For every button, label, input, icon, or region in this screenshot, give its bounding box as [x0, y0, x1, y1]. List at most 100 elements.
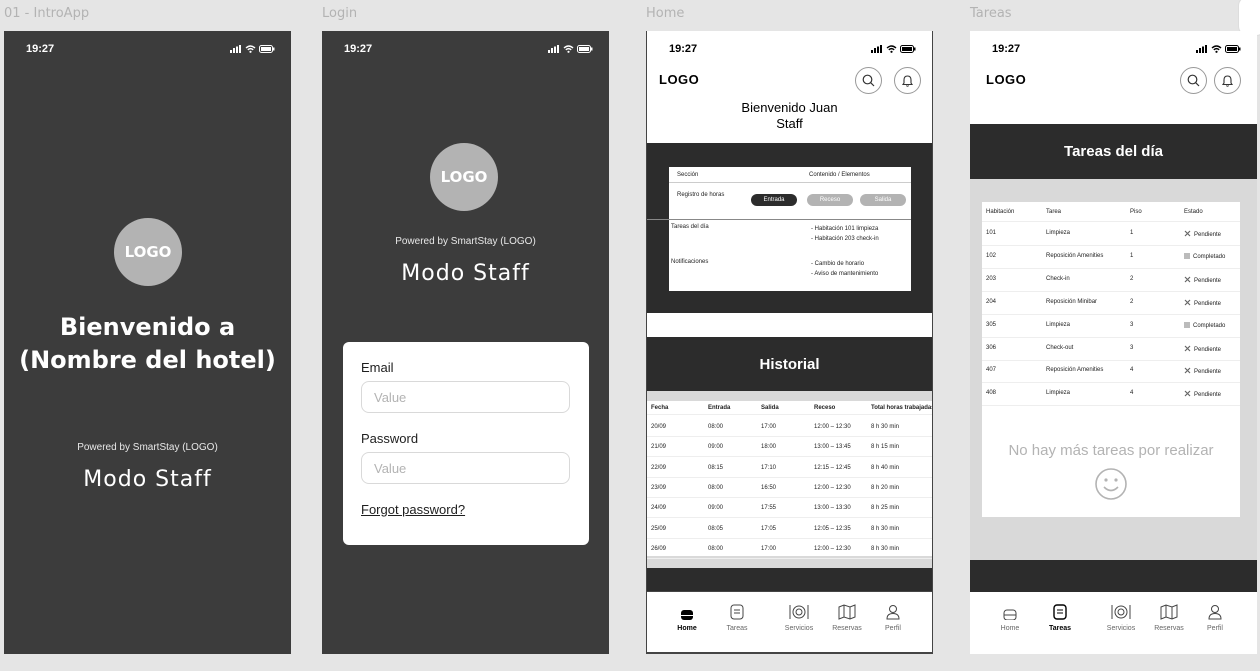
table-row: 102 Reposición Amenities 1 Completado — [982, 246, 1240, 269]
password-field[interactable]: Value — [361, 452, 570, 484]
table-cell: Reposición Minibar — [1046, 298, 1098, 305]
table-row: 408 Limpieza 4 Pendiente — [982, 383, 1240, 407]
notifications-button[interactable] — [1214, 67, 1241, 94]
status-icons — [1196, 45, 1241, 53]
table-cell: 1 — [1130, 230, 1134, 236]
nav-tareas[interactable]: Tareas — [1038, 600, 1082, 632]
table-row: 203 Check-in 2 Pendiente — [982, 269, 1240, 292]
search-button[interactable] — [855, 67, 882, 94]
cross-icon — [1184, 230, 1191, 238]
nav-reservas[interactable]: Reservas — [825, 600, 869, 632]
login-screen: 19:27 LOGO Powered by SmartStay (LOGO) M… — [322, 31, 609, 654]
search-icon — [862, 74, 875, 87]
table-cell: 08:05 — [708, 525, 724, 532]
nav-servicios[interactable]: Servicios — [777, 600, 821, 632]
bottom-nav: Home Tareas Servicios Reservas Perfil — [647, 591, 932, 653]
table-cell: 8 h 30 min — [871, 545, 900, 552]
table-row: 23/09 08:00 16:50 12:00 – 12:30 8 h 20 min — [647, 478, 932, 498]
nav-home[interactable]: Home — [988, 600, 1032, 632]
nav-perfil[interactable]: Perfil — [871, 600, 915, 632]
table-cell: 305 — [986, 321, 997, 328]
greeting: Bienvenido Juan Staff — [741, 100, 838, 131]
smile-icon — [1094, 467, 1128, 506]
status-time: 19:27 — [992, 43, 1021, 55]
notifications-button[interactable] — [894, 67, 921, 94]
summary-col-seccion: Sección — [677, 172, 699, 178]
bell-icon — [1221, 75, 1234, 87]
entrada-button[interactable]: Entrada — [751, 194, 797, 206]
status-icons — [230, 45, 275, 53]
nav-home[interactable]: Home — [665, 600, 709, 632]
email-field[interactable]: Value — [361, 381, 570, 413]
table-cell: Limpieza — [1046, 230, 1071, 236]
status-text: Completado — [1193, 253, 1226, 260]
table-cell: Check-out — [1046, 344, 1074, 351]
email-label: Email — [361, 360, 394, 375]
status-text: Pendiente — [1194, 232, 1222, 238]
table-cell: 8 h 40 min — [871, 464, 900, 471]
status-badge: Pendiente — [1184, 230, 1221, 238]
table-cell: 25/09 — [651, 525, 667, 532]
table-cell: 12:05 – 12:35 — [814, 525, 851, 532]
search-button[interactable] — [1180, 67, 1207, 94]
table-cell: 16:50 — [761, 484, 777, 491]
table-cell: 20/09 — [651, 424, 667, 430]
table-cell: 12:00 – 12:30 — [814, 424, 851, 430]
table-cell: 17:05 — [761, 525, 777, 532]
forgot-password-link[interactable]: Forgot password? — [361, 502, 571, 517]
table-cell: Limpieza — [1046, 321, 1071, 328]
historial-title: Historial — [759, 356, 820, 373]
table-cell: 4 — [1130, 367, 1134, 374]
wifi-icon — [245, 45, 256, 53]
header-logo: LOGO — [659, 72, 700, 87]
table-cell: 306 — [986, 344, 997, 351]
nav-tareas[interactable]: Tareas — [715, 600, 759, 632]
table-cell: 1 — [1130, 252, 1134, 259]
table-row: 204 Reposición Minibar 2 Pendiente — [982, 292, 1240, 315]
profile-icon — [1208, 605, 1222, 620]
table-cell: 13:00 – 13:30 — [814, 505, 851, 512]
bottom-nav: Home Tareas Servicios Reservas Perfil — [970, 592, 1257, 654]
wifi-icon — [563, 45, 574, 53]
cross-icon — [1184, 367, 1191, 375]
historial-footer-band — [647, 568, 932, 592]
table-cell: 22/09 — [651, 464, 667, 471]
home-screen: 19:27 LOGO Bienvenido Juan Staff Sección… — [646, 31, 933, 654]
receso-button[interactable]: Receso — [807, 194, 853, 206]
salida-button[interactable]: Salida — [860, 194, 906, 206]
map-icon — [1160, 604, 1178, 620]
nav-reservas[interactable]: Reservas — [1147, 600, 1191, 632]
historial-container: Fecha Entrada Salida Receso Total horas trab… — [647, 391, 932, 568]
status-icons — [548, 45, 593, 53]
wifi-icon — [1211, 45, 1222, 53]
frame-label-intro: 01 - IntroApp — [4, 6, 90, 21]
status-badge: Completado — [1184, 321, 1226, 329]
status-time: 19:27 — [669, 43, 698, 55]
table-cell: 204 — [986, 298, 997, 305]
table-cell: 408 — [986, 390, 997, 397]
table-cell: 17:10 — [761, 464, 777, 471]
frame-label-login: Login — [322, 6, 358, 21]
table-cell: 08:00 — [708, 545, 724, 552]
table-row: 22/09 08:15 17:10 12:15 – 12:45 8 h 40 min — [647, 458, 932, 478]
historial-header-row: Fecha Entrada Salida Receso Total horas trab… — [647, 401, 932, 415]
table-cell: 23/09 — [651, 484, 667, 491]
summary-row-tareas: Tareas del día — [671, 224, 709, 230]
bell-icon — [901, 75, 914, 87]
table-cell: 8 h 30 min — [871, 525, 900, 532]
table-row: 305 Limpieza 3 Completado — [982, 315, 1240, 338]
table-cell: 8 h 30 min — [871, 424, 900, 430]
table-cell: 407 — [986, 367, 997, 374]
status-text: Pendiente — [1194, 346, 1222, 353]
historial-header-cell: Receso — [814, 405, 836, 411]
powered-by: Powered by SmartStay (LOGO) — [77, 442, 218, 453]
status-text: Completado — [1193, 322, 1226, 329]
home-icon — [1003, 609, 1017, 620]
summary-row-notificaciones: Notificaciones — [671, 259, 709, 265]
table-cell: 203 — [986, 275, 997, 282]
battery-icon — [259, 45, 275, 53]
tareas-header-row: Habitación Tarea Piso Estado — [982, 202, 1240, 222]
nav-perfil[interactable]: Perfil — [1193, 600, 1237, 632]
table-cell: 12:15 – 12:45 — [814, 464, 851, 471]
nav-servicios[interactable]: Servicios — [1099, 600, 1143, 632]
